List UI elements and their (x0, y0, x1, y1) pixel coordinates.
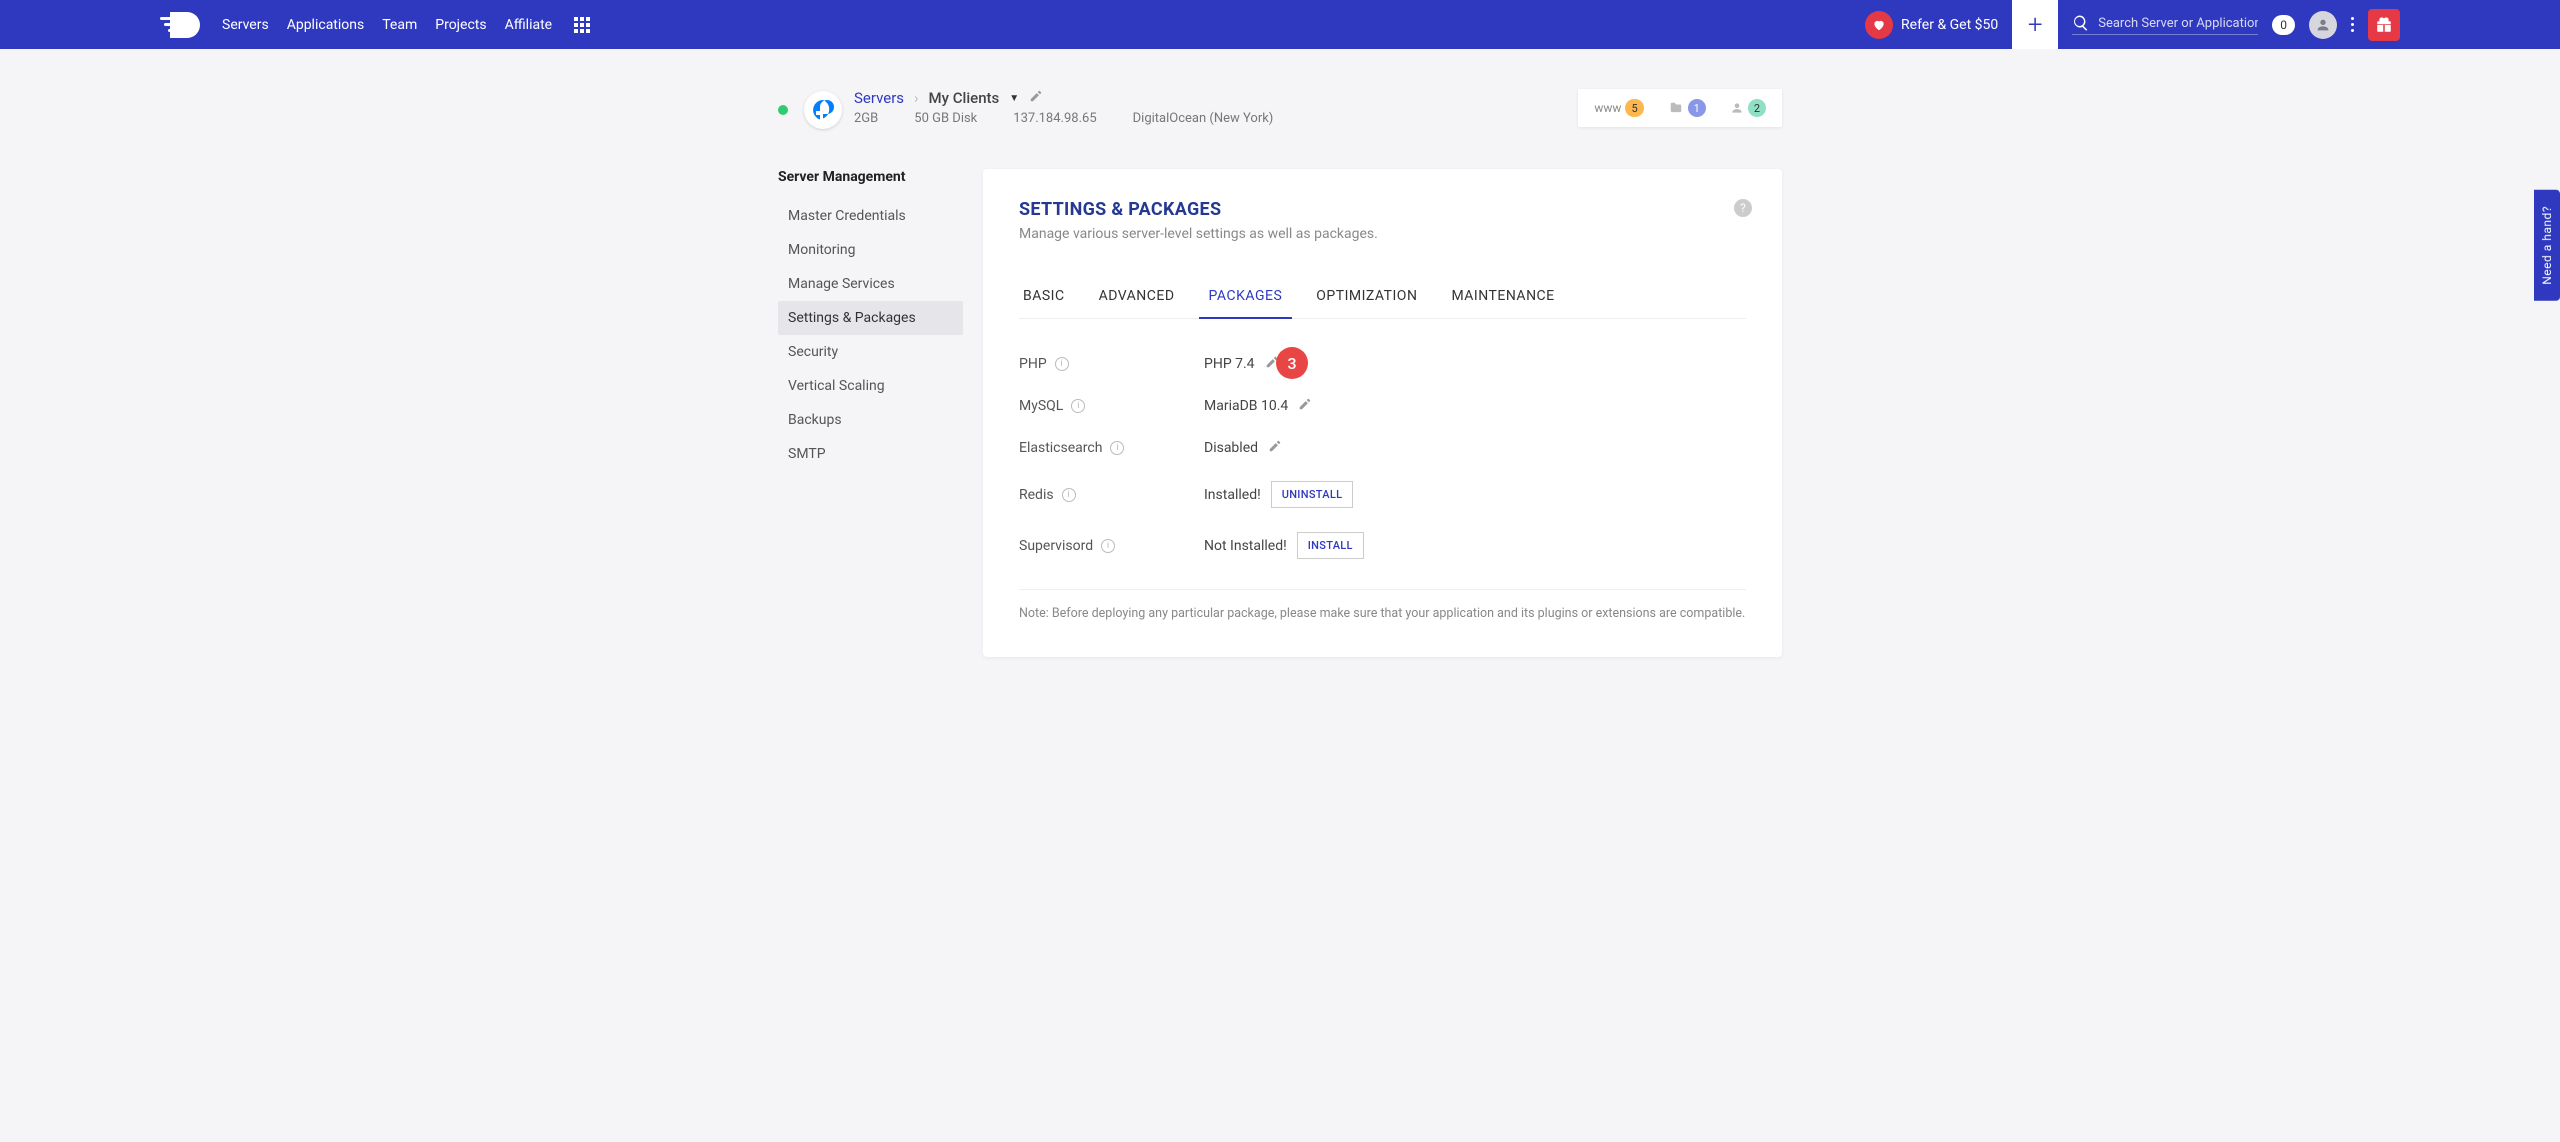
sidebar-item-backups[interactable]: Backups (778, 403, 963, 437)
add-button[interactable]: + (2012, 0, 2058, 49)
refer-label: Refer & Get $50 (1901, 17, 1998, 33)
pkg-value: MariaDB 10.4 (1204, 398, 1288, 414)
sidebar-item-security[interactable]: Security (778, 335, 963, 369)
panel-title: SETTINGS & PACKAGES (1019, 199, 1746, 220)
pkg-value: PHP 7.4 (1204, 356, 1255, 372)
pkg-value: Disabled (1204, 440, 1258, 456)
sidebar-title: Server Management (778, 169, 963, 185)
projects-count-badge: 1 (1688, 99, 1706, 117)
topbar: Servers Applications Team Projects Affil… (0, 0, 2560, 49)
help-tab[interactable]: Need a hand? (2534, 190, 2560, 301)
callout-badge-3: 3 (1276, 347, 1308, 379)
tabs: BASIC ADVANCED PACKAGES OPTIMIZATION MAI… (1019, 278, 1746, 319)
status-indicator (778, 105, 788, 115)
settings-panel: ? SETTINGS & PACKAGES Manage various ser… (983, 169, 1782, 657)
pkg-label: MySQL (1019, 398, 1063, 414)
nav-projects[interactable]: Projects (435, 17, 486, 33)
tab-advanced[interactable]: ADVANCED (1095, 278, 1179, 318)
apps-count-badge: 5 (1625, 99, 1643, 117)
gift-icon (2375, 16, 2393, 34)
edit-pencil-icon[interactable] (1298, 397, 1312, 415)
tab-optimization[interactable]: OPTIMIZATION (1312, 278, 1421, 318)
sidebar: Server Management Master Credentials Mon… (778, 169, 963, 471)
dropdown-caret-icon[interactable]: ▼ (1009, 93, 1019, 104)
package-row-php: PHP i PHP 7.4 3 (1019, 343, 1746, 385)
provider-logo (804, 91, 842, 129)
search-icon (2072, 14, 2090, 32)
nav-applications[interactable]: Applications (287, 17, 365, 33)
pkg-label: PHP (1019, 356, 1047, 372)
digitalocean-icon (811, 98, 835, 122)
info-icon[interactable]: i (1071, 399, 1085, 413)
server-ram: 2GB (854, 111, 878, 126)
search-box[interactable] (2072, 14, 2258, 35)
nav-team[interactable]: Team (382, 17, 417, 33)
edit-name-icon[interactable] (1029, 89, 1043, 107)
packages-list: PHPi PHP 7.4 3 MySQLi MariaDB 10.4 Ela (1019, 343, 1746, 590)
summary-apps[interactable]: www 5 (1594, 99, 1643, 117)
logo[interactable] (160, 12, 200, 38)
edit-pencil-icon[interactable] (1268, 439, 1282, 457)
pkg-label: Redis (1019, 487, 1054, 503)
info-icon[interactable]: i (1062, 488, 1076, 502)
gift-button[interactable] (2368, 9, 2400, 41)
sidebar-item-master-credentials[interactable]: Master Credentials (778, 199, 963, 233)
users-count-badge: 2 (1748, 99, 1766, 117)
uninstall-button[interactable]: UNINSTALL (1271, 481, 1354, 508)
server-name: My Clients (929, 89, 1000, 107)
package-row-elasticsearch: Elasticsearch i Disabled (1019, 427, 1746, 469)
package-row-mysql: MySQL i MariaDB 10.4 (1019, 385, 1746, 427)
sidebar-item-vertical-scaling[interactable]: Vertical Scaling (778, 369, 963, 403)
more-menu-icon[interactable] (2351, 17, 2354, 32)
refer-button[interactable]: Refer & Get $50 (1865, 11, 1998, 39)
package-note: Note: Before deploying any particular pa… (1019, 606, 1746, 621)
install-button[interactable]: INSTALL (1297, 532, 1364, 559)
server-disk: 50 GB Disk (914, 111, 977, 126)
main-nav: Servers Applications Team Projects Affil… (222, 17, 552, 33)
pkg-value: Installed! (1204, 487, 1261, 503)
sidebar-item-monitoring[interactable]: Monitoring (778, 233, 963, 267)
sidebar-item-smtp[interactable]: SMTP (778, 437, 963, 471)
tab-basic[interactable]: BASIC (1019, 278, 1069, 318)
notification-count[interactable]: 0 (2272, 15, 2295, 35)
summary-projects[interactable]: 1 (1668, 99, 1706, 117)
info-icon[interactable]: i (1101, 539, 1115, 553)
pkg-label: Supervisord (1019, 538, 1093, 554)
person-icon (2315, 17, 2331, 33)
server-provider: DigitalOcean (New York) (1133, 111, 1274, 126)
server-summary: www 5 1 2 (1578, 89, 1782, 127)
pkg-label: Elasticsearch (1019, 440, 1102, 456)
user-avatar[interactable] (2309, 11, 2337, 39)
info-icon[interactable]: i (1110, 441, 1124, 455)
www-label: www (1594, 101, 1621, 115)
folder-icon (1668, 101, 1684, 115)
server-ip: 137.184.98.65 (1013, 111, 1096, 126)
nav-servers[interactable]: Servers (222, 17, 269, 33)
server-header: Servers › My Clients ▼ 2GB 50 GB Disk 13… (778, 89, 1782, 129)
heart-icon (1865, 11, 1893, 39)
pkg-value: Not Installed! (1204, 538, 1287, 554)
help-icon[interactable]: ? (1734, 199, 1752, 217)
panel-subtitle: Manage various server-level settings as … (1019, 226, 1746, 242)
sidebar-item-manage-services[interactable]: Manage Services (778, 267, 963, 301)
user-icon (1730, 101, 1744, 115)
sidebar-item-settings-packages[interactable]: Settings & Packages (778, 301, 963, 335)
tab-maintenance[interactable]: MAINTENANCE (1447, 278, 1558, 318)
package-row-supervisord: Supervisord i Not Installed! INSTALL (1019, 520, 1746, 571)
breadcrumb-root[interactable]: Servers (854, 89, 904, 107)
summary-users[interactable]: 2 (1730, 99, 1766, 117)
info-icon[interactable]: i (1055, 357, 1069, 371)
package-row-redis: Redisi Installed! UNINSTALL (1019, 469, 1746, 520)
apps-grid-icon[interactable] (574, 17, 590, 33)
tab-packages[interactable]: PACKAGES (1205, 278, 1287, 318)
search-input[interactable] (2098, 16, 2258, 31)
nav-affiliate[interactable]: Affiliate (505, 17, 553, 33)
chevron-right-icon: › (914, 89, 919, 107)
